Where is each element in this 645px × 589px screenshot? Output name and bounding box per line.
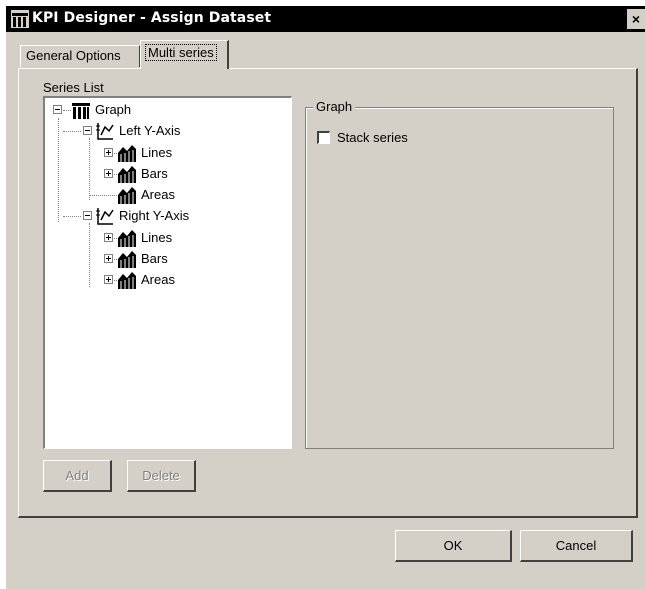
expand-icon[interactable] bbox=[104, 254, 113, 263]
series-icon bbox=[118, 187, 136, 204]
tab-general-options[interactable]: General Options bbox=[20, 45, 140, 67]
tree-node-label: Bars bbox=[141, 251, 168, 266]
tree-node-label: Graph bbox=[95, 102, 132, 117]
axis-icon bbox=[96, 208, 114, 225]
tree-node-label: Areas bbox=[141, 187, 175, 202]
expand-icon[interactable] bbox=[104, 275, 113, 284]
close-icon[interactable]: × bbox=[627, 9, 645, 29]
graph-groupbox bbox=[305, 107, 614, 449]
tree-node-label: Areas bbox=[141, 272, 175, 287]
tree-node-label: Bars bbox=[141, 166, 168, 181]
tree-node-label: Right Y-Axis bbox=[119, 208, 190, 223]
tree-node-label: Lines bbox=[141, 145, 173, 160]
tree-node-label: Lines bbox=[141, 230, 173, 245]
ok-button[interactable]: OK bbox=[395, 530, 512, 562]
series-icon bbox=[118, 145, 136, 162]
collapse-icon[interactable] bbox=[53, 105, 62, 114]
tree-connector bbox=[89, 223, 90, 287]
stack-series-checkbox[interactable] bbox=[317, 131, 330, 144]
delete-button[interactable]: Delete bbox=[127, 460, 196, 492]
add-button[interactable]: Add bbox=[43, 460, 112, 492]
tree-node-label: Left Y-Axis bbox=[119, 123, 181, 138]
series-icon bbox=[118, 230, 136, 247]
series-list-label: Series List bbox=[43, 80, 104, 95]
tree-connector bbox=[63, 131, 81, 132]
series-icon bbox=[118, 166, 136, 183]
expand-icon[interactable] bbox=[104, 169, 113, 178]
tab-multi-series[interactable]: Multi series bbox=[140, 40, 229, 69]
tree-connector bbox=[90, 195, 117, 196]
collapse-icon[interactable] bbox=[83, 211, 92, 220]
series-icon bbox=[118, 272, 136, 289]
graph-icon bbox=[72, 103, 90, 119]
app-icon bbox=[11, 10, 29, 28]
tree-connector bbox=[89, 138, 90, 200]
tab-label: Multi series bbox=[145, 44, 217, 61]
graph-group-title: Graph bbox=[313, 99, 356, 114]
expand-icon[interactable] bbox=[104, 233, 113, 242]
window-title: KPI Designer - Assign Dataset bbox=[32, 10, 272, 26]
tree-connector bbox=[63, 110, 71, 111]
title-bar[interactable]: KPI Designer - Assign Dataset × bbox=[6, 6, 645, 32]
series-icon bbox=[118, 251, 136, 268]
tree-connector bbox=[63, 216, 81, 217]
expand-icon[interactable] bbox=[104, 148, 113, 157]
axis-icon bbox=[96, 123, 114, 140]
collapse-icon[interactable] bbox=[83, 126, 92, 135]
stack-series-label[interactable]: Stack series bbox=[337, 130, 408, 145]
tree-connector bbox=[58, 118, 59, 222]
series-tree[interactable]: Graph Left Y-Axis Lines Bars Areas Right… bbox=[43, 96, 292, 449]
tab-label: General Options bbox=[26, 48, 121, 63]
cancel-button[interactable]: Cancel bbox=[520, 530, 633, 562]
